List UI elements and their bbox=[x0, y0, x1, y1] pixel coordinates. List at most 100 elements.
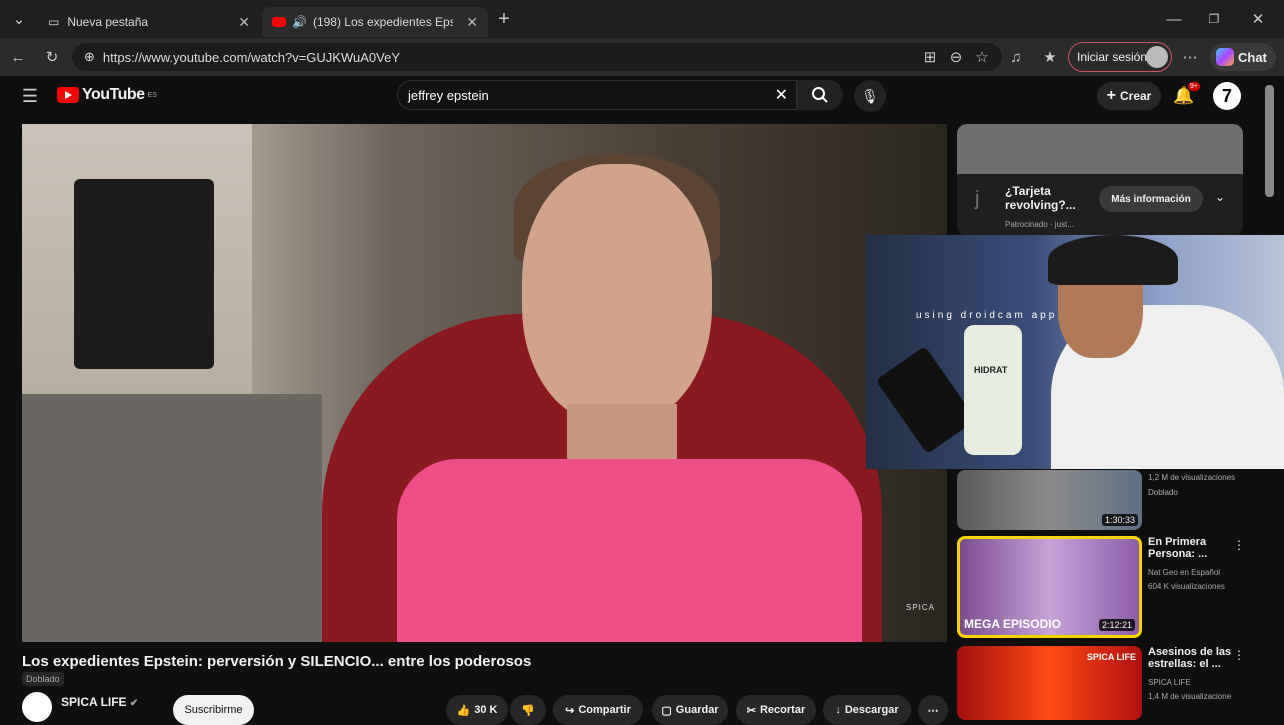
video-watermark: SPICA bbox=[905, 603, 935, 612]
recommendation-title: Asesinos de las estrellas: el ... bbox=[1148, 646, 1232, 670]
create-button[interactable]: + Crear bbox=[1097, 82, 1161, 110]
plus-icon: + bbox=[1106, 87, 1116, 104]
webcam-overlay-text: using droidcam app bbox=[916, 310, 1058, 321]
more-options-icon[interactable]: ⋮ bbox=[1233, 538, 1245, 552]
dislike-button[interactable]: 👎 bbox=[510, 695, 546, 725]
copilot-icon bbox=[1216, 48, 1234, 66]
app-available-icon[interactable]: ⊞ bbox=[916, 43, 944, 71]
logo-region: ES bbox=[147, 91, 157, 99]
search-input[interactable]: jeffrey epstein ✕ bbox=[397, 80, 797, 110]
share-label: Compartir bbox=[578, 704, 631, 716]
more-actions-icon[interactable]: ⋯ bbox=[918, 695, 948, 725]
dubbed-label: Doblado bbox=[26, 674, 60, 684]
speaker-icon[interactable]: 🔊 bbox=[292, 15, 307, 29]
bottle-label: HIDRAT bbox=[974, 365, 1008, 375]
zoom-icon[interactable]: ⊖ bbox=[942, 43, 970, 71]
url-text: https://www.youtube.com/watch?v=GUJKWuA0… bbox=[102, 49, 401, 65]
view-count: 604 K visualizaciones bbox=[1148, 582, 1225, 591]
url-field[interactable]: ⊕ https://www.youtube.com/watch?v=GUJKWu… bbox=[72, 43, 1002, 71]
channel-name[interactable]: SPICA LIFE ✔ bbox=[61, 695, 138, 709]
save-button[interactable]: ▢ Guardar bbox=[652, 695, 728, 725]
chat-label: Chat bbox=[1238, 49, 1267, 65]
download-label: Descargar bbox=[844, 704, 899, 716]
back-icon[interactable]: ← bbox=[4, 43, 32, 71]
dubbed-badge: Doblado bbox=[22, 672, 64, 686]
youtube-logo[interactable]: YouTube ES bbox=[57, 86, 157, 104]
close-tab-icon[interactable]: ✕ bbox=[238, 14, 250, 31]
video-thumbnail: SPICA LIFE bbox=[957, 646, 1142, 720]
new-tab-icon[interactable]: + bbox=[490, 5, 518, 33]
recommendation-item[interactable]: SPICA LIFE Asesinos de las estrellas: el… bbox=[957, 646, 1257, 720]
recommendation-title: En Primera Persona: ... bbox=[1148, 536, 1208, 560]
scissors-icon: ✂ bbox=[746, 704, 756, 717]
voice-search-button[interactable]: 🎙 bbox=[854, 80, 886, 112]
clip-label: Recortar bbox=[759, 704, 806, 716]
notifications-badge: 9+ bbox=[1188, 82, 1200, 91]
video-thumbnail: MEGA EPISODIO 2:12:21 bbox=[957, 536, 1142, 638]
lotion-bottle: HIDRAT bbox=[964, 325, 1022, 455]
clip-button[interactable]: ✂ Recortar bbox=[736, 695, 816, 725]
save-label: Guardar bbox=[675, 704, 719, 716]
notifications-bell-icon[interactable]: 🔔 9+ bbox=[1170, 82, 1200, 110]
menu-icon[interactable]: ☰ bbox=[16, 82, 44, 110]
subscribe-button[interactable]: Suscribirme bbox=[173, 695, 254, 725]
background-sofa bbox=[22, 394, 322, 642]
search-button[interactable] bbox=[797, 80, 843, 110]
ad-banner-image bbox=[957, 124, 1243, 174]
favorite-star-icon[interactable]: ☆ bbox=[968, 43, 996, 71]
tab-youtube[interactable]: 🔊 (198) Los expedientes Epstein ✕ bbox=[262, 7, 488, 37]
reload-icon[interactable]: ↻ bbox=[38, 43, 66, 71]
search-icon bbox=[812, 87, 828, 103]
duration-badge: 2:12:21 bbox=[1098, 619, 1135, 631]
tab-new[interactable]: ▭ Nueva pestaña ✕ bbox=[38, 7, 260, 37]
like-count: 30 K bbox=[474, 704, 498, 716]
channel-avatar[interactable] bbox=[22, 692, 52, 722]
recommendation-item[interactable]: MEGA EPISODIO 2:12:21 En Primera Persona… bbox=[957, 536, 1257, 640]
maximize-icon[interactable]: ❐ bbox=[1200, 5, 1228, 33]
sponsored-ad[interactable]: j ¿Tarjeta revolving?... Patrocinado · j… bbox=[957, 124, 1243, 236]
site-info-icon[interactable]: ⊕ bbox=[84, 49, 95, 65]
profile-avatar bbox=[1146, 46, 1168, 68]
recommendation-channel: Nat Geo en Español bbox=[1148, 568, 1221, 577]
verified-icon: ✔ bbox=[129, 698, 139, 709]
recommendation-channel: SPICA LIFE bbox=[1148, 678, 1191, 687]
video-thumbnail: 1:30:33 bbox=[957, 470, 1142, 530]
view-count: 1,2 M de visualizaciones bbox=[1148, 473, 1236, 482]
download-button[interactable]: ↓ Descargar bbox=[823, 695, 911, 725]
video-player[interactable]: SPICA bbox=[22, 124, 947, 642]
thumbnail-text: SPICA LIFE bbox=[1086, 652, 1136, 662]
thumbs-down-icon: 👎 bbox=[521, 704, 535, 717]
more-options-icon[interactable]: ⋮ bbox=[1233, 648, 1245, 662]
ad-title: ¿Tarjeta revolving?... bbox=[1005, 184, 1076, 212]
scrollbar-thumb[interactable] bbox=[1265, 85, 1274, 197]
ad-logo: j bbox=[975, 188, 980, 210]
like-button[interactable]: 👍 30 K bbox=[446, 695, 508, 725]
share-button[interactable]: ↪ Compartir bbox=[553, 695, 643, 725]
sign-in-button[interactable]: Iniciar sesión bbox=[1068, 42, 1172, 72]
sign-in-label: Iniciar sesión bbox=[1077, 50, 1148, 64]
thumbnail-text: MEGA EPISODIO bbox=[964, 617, 1061, 631]
webcam-overlay: using droidcam app HIDRAT bbox=[866, 235, 1284, 469]
media-icon[interactable]: ♫ bbox=[1002, 43, 1030, 71]
logo-text: YouTube bbox=[82, 86, 145, 103]
account-avatar[interactable]: 7 bbox=[1213, 82, 1241, 110]
ad-cta-button[interactable]: Más información bbox=[1099, 186, 1203, 212]
ad-sponsor: Patrocinado · just... bbox=[1005, 220, 1074, 229]
duration-badge: 1:30:33 bbox=[1101, 514, 1138, 526]
view-count: 1,4 M de visualizacione bbox=[1148, 692, 1232, 701]
window-close-icon[interactable]: ✕ bbox=[1244, 5, 1272, 33]
copilot-chat-button[interactable]: Chat bbox=[1210, 43, 1276, 71]
chevron-down-icon[interactable]: ⌄ bbox=[1215, 190, 1225, 204]
browser-tab-bar: ⌄ ▭ Nueva pestaña ✕ 🔊 (198) Los expedien… bbox=[0, 0, 1284, 38]
tab-list-icon[interactable]: ⌄ bbox=[5, 5, 33, 33]
more-menu-icon[interactable]: ⋯ bbox=[1176, 43, 1204, 71]
favorites-icon[interactable]: ★ bbox=[1036, 43, 1064, 71]
create-label: Crear bbox=[1119, 89, 1152, 103]
recommendation-item[interactable]: 1:30:33 1,2 M de visualizaciones Doblado bbox=[957, 470, 1257, 530]
clear-search-icon[interactable]: ✕ bbox=[775, 85, 788, 105]
dubbed-label: Doblado bbox=[1148, 488, 1178, 497]
microphone-icon: 🎙 bbox=[861, 87, 879, 104]
minimize-icon[interactable]: — bbox=[1160, 5, 1188, 33]
close-tab-icon[interactable]: ✕ bbox=[466, 14, 478, 31]
woman-face bbox=[522, 164, 712, 424]
